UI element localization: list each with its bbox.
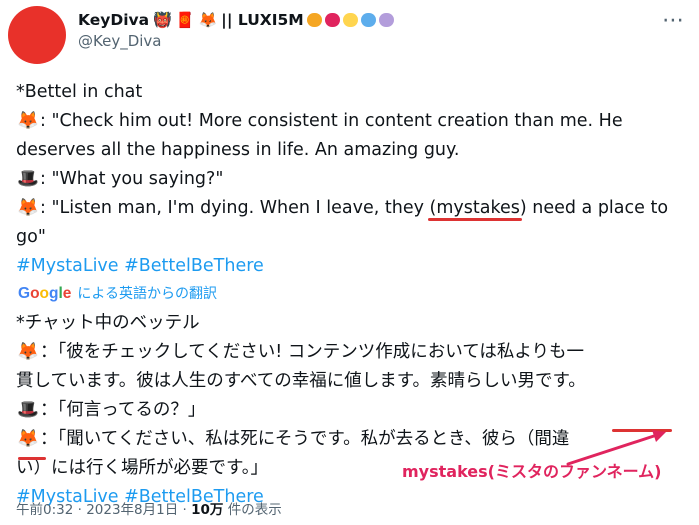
- blue-heart-icon: [360, 13, 376, 27]
- tweet-line: 🦊: "Check him out! More consistent in co…: [16, 107, 686, 136]
- orange-heart-icon: [306, 13, 322, 27]
- tweet-line: go": [16, 227, 46, 247]
- oni-icon: 👹: [153, 10, 172, 29]
- fox-icon: 🦊: [17, 111, 39, 131]
- yellow-heart-icon: [342, 13, 358, 27]
- annotation-note: mystakes(ミスタのファンネーム): [402, 462, 662, 481]
- red-envelope-icon: 🧧: [175, 10, 195, 29]
- fox-icon: 🦊: [198, 10, 218, 29]
- tweet-line: deserves all the happiness in life. An a…: [16, 140, 460, 160]
- fox-icon: 🦊: [17, 429, 39, 449]
- tophat-icon: 🎩: [17, 169, 39, 189]
- machigai-underline-2: [18, 457, 46, 460]
- author-name-row[interactable]: KeyDiva 👹 🧧 🦊 || LUXI5M: [78, 8, 394, 32]
- translated-line: 🦊：「彼をチェックしてください! コンテンツ作成においては私よりも一: [16, 338, 686, 367]
- more-options-icon[interactable]: ⋯: [662, 8, 685, 33]
- views-count: 10万: [191, 502, 224, 518]
- red-heart-icon: [324, 13, 340, 27]
- display-name[interactable]: KeyDiva: [78, 11, 149, 29]
- author-handle[interactable]: @Key_Diva: [78, 32, 161, 50]
- fox-icon: 🦊: [17, 342, 39, 362]
- google-logo: Google: [18, 285, 72, 302]
- translated-line: 貫しています。彼は人生のすべての幸福に値します。素晴らしい男です。: [16, 371, 586, 391]
- display-name-suffix: || LUXI5M: [221, 11, 304, 29]
- translation-label: による英語からの翻訳: [77, 286, 217, 302]
- translated-line: *チャット中のベッテル: [16, 313, 200, 333]
- mystakes-underline: [428, 218, 522, 221]
- views-label: 件の表示: [223, 502, 282, 518]
- tweet-text: *Bettel in chat 🦊: "Check him out! More …: [16, 78, 686, 281]
- tweet-meta: 午前0:32 · 2023年8月1日 · 10万 件の表示: [16, 498, 282, 518]
- translation-notice[interactable]: Google による英語からの翻訳: [18, 283, 217, 303]
- timestamp[interactable]: 午前0:32 · 2023年8月1日 ·: [16, 502, 191, 518]
- purple-heart-icon: [378, 13, 394, 27]
- tweet-line: *Bettel in chat: [16, 82, 143, 102]
- avatar[interactable]: [8, 6, 66, 64]
- fox-icon: 🦊: [17, 198, 39, 218]
- hashtag-links[interactable]: #MystaLive #BettelBeThere: [16, 252, 686, 281]
- tweet-line: 🎩: "What you saying?": [16, 165, 686, 194]
- tweet-line: 🦊: "Listen man, I'm dying. When I leave,…: [16, 194, 686, 223]
- tophat-icon: 🎩: [17, 400, 39, 420]
